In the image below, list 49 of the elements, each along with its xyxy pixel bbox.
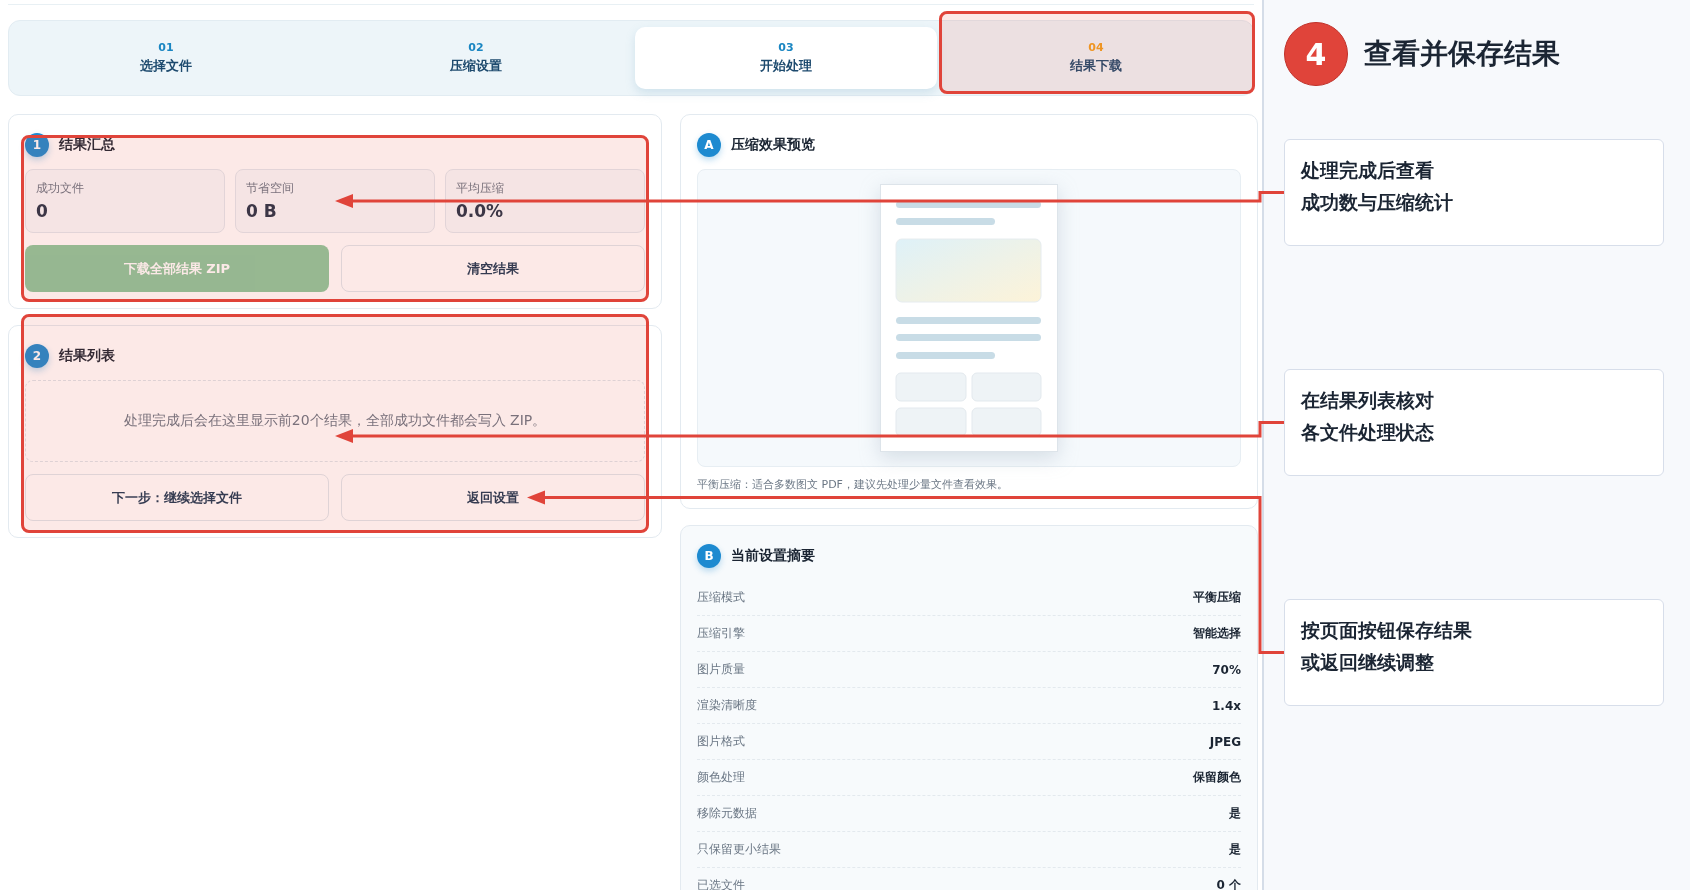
setting-label: 只保留更小结果 (697, 841, 781, 858)
note-text: 各文件处理状态 (1301, 420, 1434, 445)
stat-label: 节省空间 (246, 180, 295, 197)
setting-label: 移除元数据 (697, 805, 757, 822)
number-badge: 1 (25, 133, 49, 157)
number-badge: 2 (25, 344, 49, 368)
setting-value: 1.4x (1212, 698, 1241, 713)
action-button[interactable]: 返回设置 (341, 474, 645, 521)
note-text: 按页面按钮保存结果 (1301, 618, 1472, 643)
stat-value: 0 B (246, 201, 278, 221)
setting-value: 保留颜色 (1193, 769, 1241, 786)
empty-state-text: 处理完成后会在这里显示前20个结果，全部成功文件都会写入 ZIP。 (123, 412, 547, 430)
guide-title: 查看并保存结果 (1364, 36, 1560, 72)
setting-label: 颜色处理 (697, 769, 745, 786)
setting-label: 压缩模式 (697, 589, 745, 606)
setting-value: 是 (1229, 841, 1241, 858)
setting-label: 压缩引擎 (697, 625, 745, 642)
setting-value: 0 个 (1216, 877, 1241, 890)
stat-label: 成功文件 (36, 180, 85, 197)
setting-value: JPEG (1209, 734, 1241, 749)
setting-value: 是 (1229, 805, 1241, 822)
setting-value: 平衡压缩 (1193, 589, 1241, 606)
section-title: 结果列表 (59, 347, 115, 365)
stat-value: 0 (36, 201, 49, 221)
action-button[interactable]: 清空结果 (341, 245, 645, 292)
note-text: 处理完成后查看 (1301, 158, 1434, 183)
setting-label: 图片质量 (697, 661, 745, 678)
setting-label: 图片格式 (697, 733, 745, 750)
step-tab[interactable]: 04 结果下载 (945, 27, 1247, 89)
step-tab[interactable]: 02 压缩设置 (325, 27, 627, 89)
preview-caption: 平衡压缩：适合多数图文 PDF，建议先处理少量文件查看效果。 (697, 477, 1009, 492)
note-text: 成功数与压缩统计 (1301, 190, 1453, 215)
number-badge: A (697, 133, 721, 157)
step-tab[interactable]: 01 选择文件 (15, 27, 317, 89)
action-button[interactable]: 下一步：继续选择文件 (25, 474, 329, 521)
section-title: 压缩效果预览 (731, 136, 815, 154)
step-number-badge: 4 (1284, 22, 1348, 86)
note-text: 或返回继续调整 (1301, 650, 1434, 675)
stat-label: 平均压缩 (456, 180, 505, 197)
setting-label: 已选文件 (697, 877, 745, 890)
note-text: 在结果列表核对 (1301, 388, 1434, 413)
number-badge: B (697, 544, 721, 568)
step-tab[interactable]: 03 开始处理 (635, 27, 937, 89)
setting-label: 渲染清晰度 (697, 697, 757, 714)
section-title: 当前设置摘要 (731, 547, 815, 565)
setting-value: 智能选择 (1193, 625, 1241, 642)
stat-value: 0.0% (456, 201, 505, 221)
section-title: 结果汇总 (59, 136, 115, 154)
setting-value: 70% (1212, 662, 1241, 677)
